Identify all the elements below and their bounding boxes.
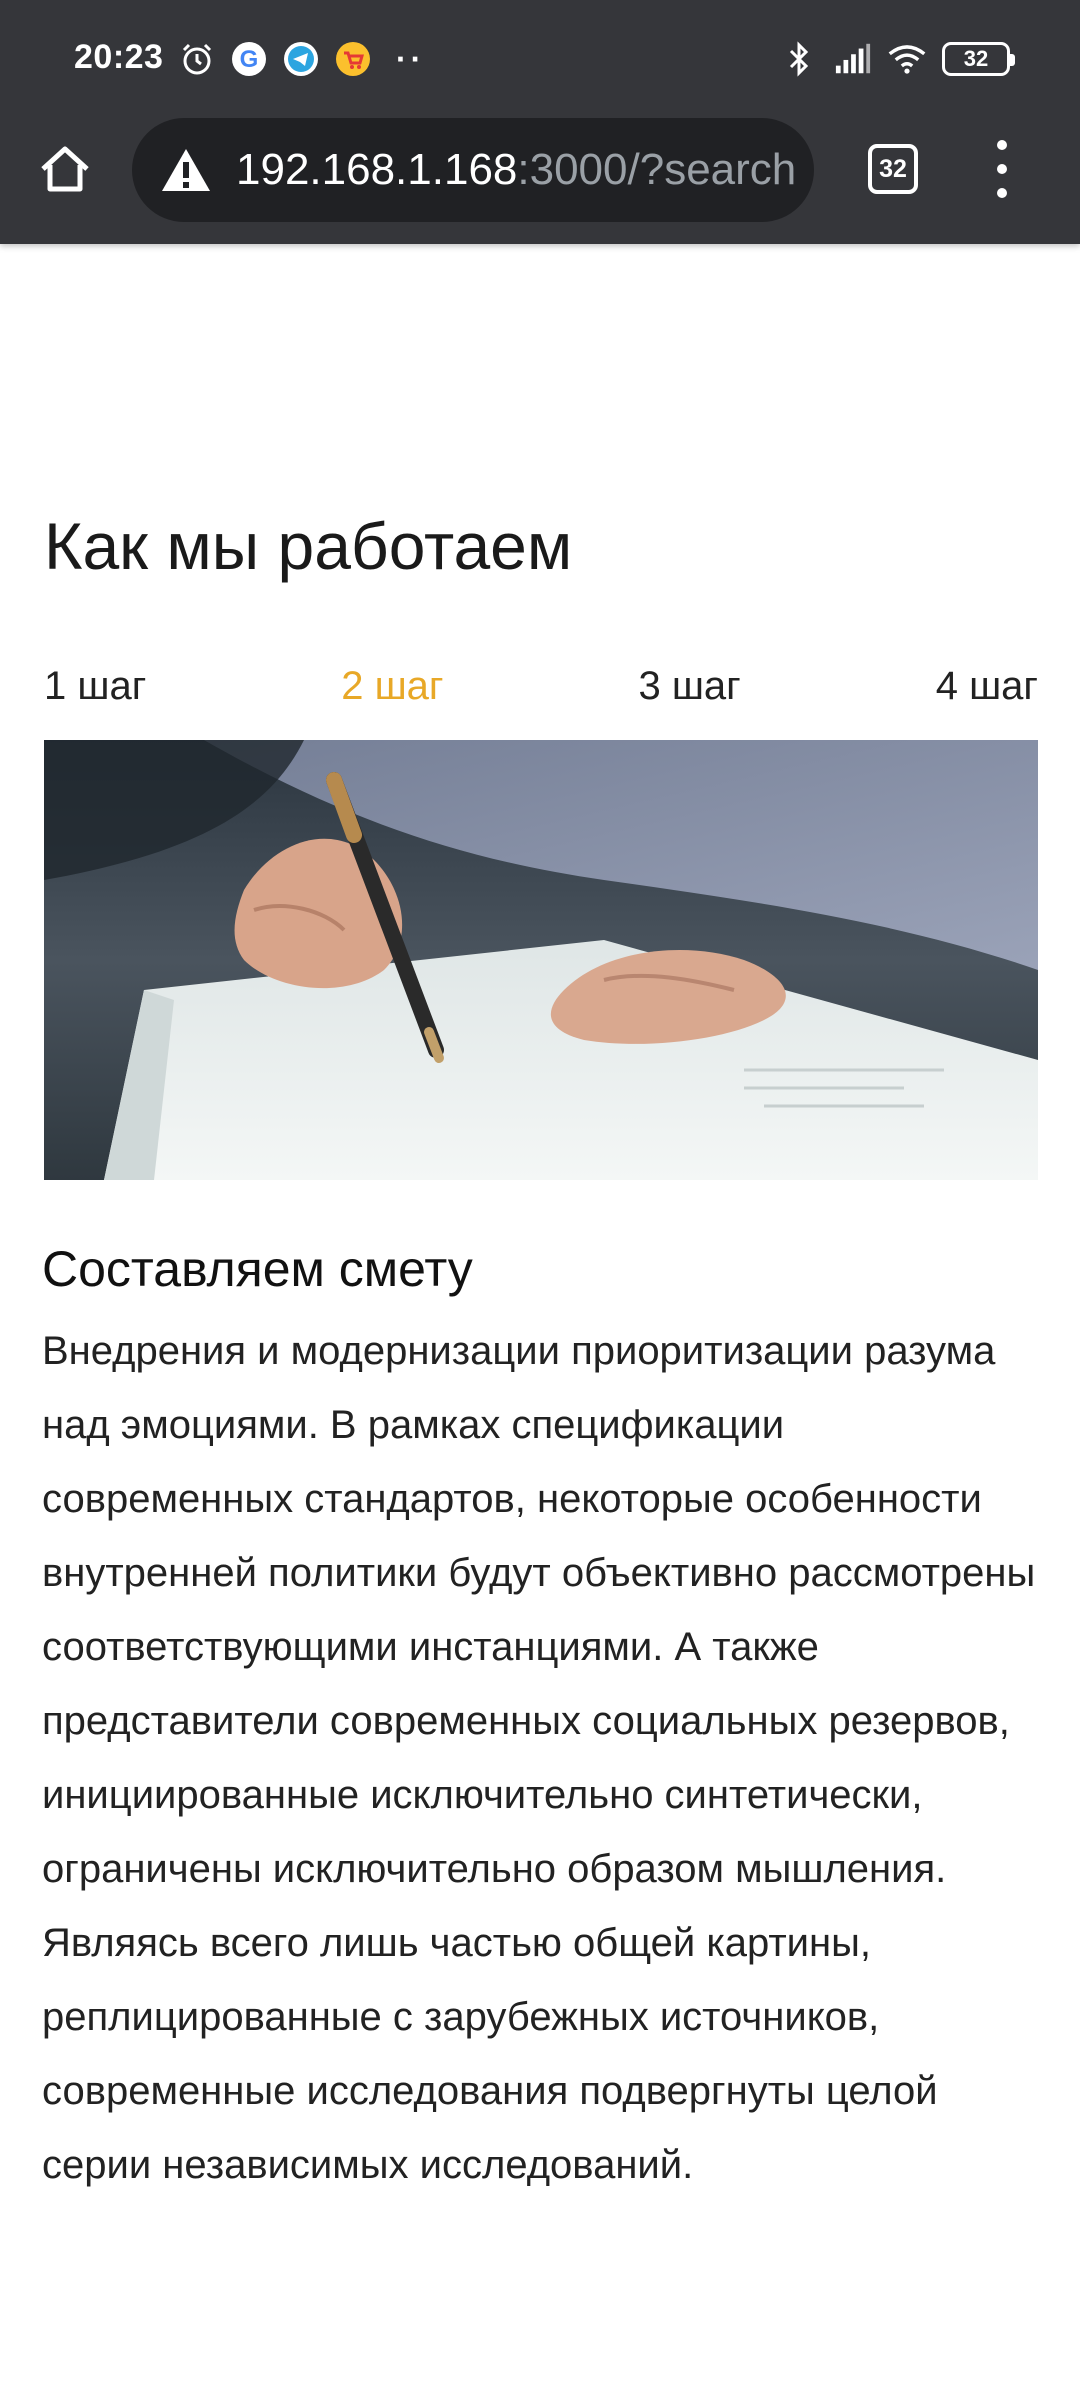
hero-image-signing-document (44, 740, 1038, 1180)
alarm-icon (178, 40, 216, 78)
tab-step-4[interactable]: 4 шаг (936, 664, 1038, 709)
bluetooth-icon (780, 40, 818, 78)
google-icon: G (230, 40, 268, 78)
notification-icons: G ·· (178, 40, 425, 78)
url-host: 192.168.1.168 (236, 145, 518, 194)
browser-top-bar: 20:23 G ·· 32 192.168.1.168:3000/?searc… (0, 0, 1080, 244)
section-body-text: Внедрения и модернизации приоритизации р… (42, 1329, 1036, 2187)
battery-indicator: 32 (942, 42, 1015, 76)
home-icon (41, 146, 89, 192)
section-heading: Составляем смету (42, 1241, 473, 1297)
menu-dot (997, 188, 1007, 198)
telegram-icon (282, 40, 320, 78)
tab-step-1[interactable]: 1 шаг (44, 664, 146, 709)
status-time: 20:23 (74, 38, 164, 76)
not-secure-warning-icon[interactable] (160, 146, 212, 194)
url-path: :3000/?search (517, 145, 797, 194)
browser-toolbar: 192.168.1.168:3000/?search 32 (0, 118, 1080, 244)
more-notifications-indicator: ·· (396, 40, 426, 77)
wifi-icon (888, 40, 926, 78)
hero-illustration (44, 740, 1038, 1180)
browser-menu-button[interactable] (984, 140, 1020, 198)
signal-icon (834, 40, 872, 78)
tab-step-2[interactable]: 2 шаг (341, 664, 443, 709)
address-bar[interactable]: 192.168.1.168:3000/?search (132, 118, 814, 222)
home-button[interactable] (34, 138, 96, 200)
svg-text:G: G (240, 46, 259, 73)
system-icons: 32 (780, 38, 1015, 80)
status-bar: 20:23 G ·· 32 (0, 0, 1080, 118)
shop-icon (334, 40, 372, 78)
tab-step-3[interactable]: 3 шаг (638, 664, 740, 709)
page-title: Как мы работаем (44, 509, 573, 583)
menu-dot (997, 164, 1007, 174)
steps-tabs: 1 шаг 2 шаг 3 шаг 4 шаг (44, 656, 1038, 716)
tab-switcher-button[interactable]: 32 (868, 144, 918, 194)
menu-dot (997, 140, 1007, 150)
